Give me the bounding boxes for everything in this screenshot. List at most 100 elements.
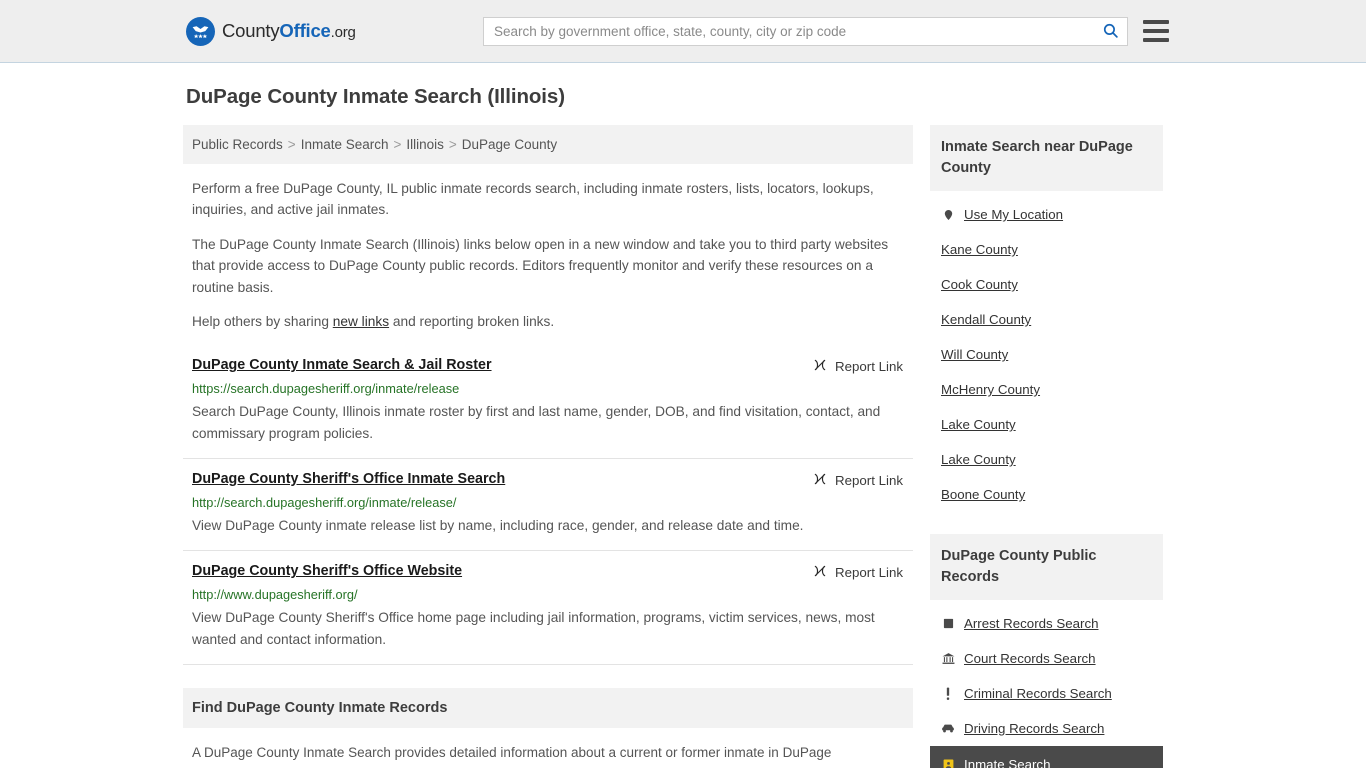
eagle-shield-logo-icon xyxy=(186,16,215,46)
sidebar-link-label[interactable]: Kendall County xyxy=(941,312,1031,327)
sidebar-link-label[interactable]: Court Records Search xyxy=(964,651,1096,666)
result-url: http://www.dupagesheriff.org/ xyxy=(192,587,358,603)
map-pin-icon xyxy=(941,208,955,222)
sidebar-item-boone-county[interactable]: Boone County xyxy=(941,477,1152,512)
report-link-label: Report Link xyxy=(835,359,903,375)
find-records-body: A DuPage County Inmate Search provides d… xyxy=(192,745,832,761)
site-logo-text: CountyOffice.org xyxy=(222,20,356,42)
public-records-box: DuPage County Public Records Arrest Reco… xyxy=(930,534,1163,768)
result-title-link[interactable]: DuPage County Inmate Search & Jail Roste… xyxy=(192,357,492,373)
sidebar-link-label[interactable]: Inmate Search xyxy=(964,757,1050,768)
header-inner: CountyOffice.org xyxy=(183,0,1183,62)
broken-link-icon xyxy=(813,472,827,489)
nearby-list: Use My Location Kane County Cook County … xyxy=(930,191,1163,512)
sidebar-link-label[interactable]: Driving Records Search xyxy=(964,721,1104,736)
breadcrumb-item-2[interactable]: Illinois xyxy=(406,137,444,152)
breadcrumb-item-3[interactable]: DuPage County xyxy=(462,137,557,152)
content-columns: Public Records > Inmate Search > Illinois > Du… xyxy=(183,125,1183,768)
sidebar-link-label[interactable]: Cook County xyxy=(941,277,1018,292)
sidebar-link-label[interactable]: Lake County xyxy=(941,452,1016,467)
inmate-icon xyxy=(941,759,955,768)
page-title: DuPage County Inmate Search (Illinois) xyxy=(186,85,565,108)
sidebar-link-label[interactable]: Will County xyxy=(941,347,1008,362)
sidebar-item-lake-county[interactable]: Lake County xyxy=(941,407,1152,442)
sidebar-link-label[interactable]: McHenry County xyxy=(941,382,1040,397)
intro-p3-before: Help others by sharing xyxy=(192,313,333,329)
result-item: DuPage County Sheriff's Office Inmate Se… xyxy=(183,459,913,552)
result-title-link[interactable]: DuPage County Sheriff's Office Website xyxy=(192,563,462,579)
intro-paragraph-2: The DuPage County Inmate Search (Illinoi… xyxy=(192,236,889,295)
breadcrumb-separator-0: > xyxy=(287,137,296,152)
result-header: DuPage County Sheriff's Office Inmate Se… xyxy=(192,471,904,489)
broken-link-icon xyxy=(813,564,827,581)
sidebar-link-label[interactable]: Criminal Records Search xyxy=(964,686,1112,701)
site-header: CountyOffice.org xyxy=(0,0,1366,63)
report-link-label: Report Link xyxy=(835,473,903,488)
hamburger-bar-3 xyxy=(1143,38,1169,42)
sidebar-item-kane-county[interactable]: Kane County xyxy=(941,232,1152,267)
sidebar-link-label[interactable]: Use My Location xyxy=(964,207,1063,222)
report-link-button[interactable]: Report Link xyxy=(813,358,903,375)
main-content: Public Records > Inmate Search > Illinois > Du… xyxy=(183,125,913,768)
search-input[interactable] xyxy=(484,24,1093,39)
breadcrumb-separator-1: > xyxy=(393,137,402,152)
car-icon xyxy=(941,723,955,734)
report-link-label: Report Link xyxy=(835,565,903,581)
search-button[interactable] xyxy=(1093,18,1127,45)
broken-link-icon xyxy=(813,358,827,375)
sidebar-link-label[interactable]: Arrest Records Search xyxy=(964,616,1099,631)
sidebar-item-mchenry-county[interactable]: McHenry County xyxy=(941,372,1152,407)
find-records-heading: Find DuPage County Inmate Records xyxy=(183,688,913,729)
report-link-button[interactable]: Report Link xyxy=(813,472,903,489)
hamburger-bar-1 xyxy=(1143,20,1169,24)
report-link-button[interactable]: Report Link xyxy=(813,564,903,581)
result-url: https://search.dupagesheriff.org/inmate/… xyxy=(192,381,460,397)
sidebar-item-inmate-search[interactable]: Inmate Search xyxy=(930,746,1163,768)
result-description: Search DuPage County, Illinois inmate ro… xyxy=(192,404,881,441)
intro-paragraph-3: Help others by sharing new links and rep… xyxy=(192,311,913,332)
sidebar-item-kendall-county[interactable]: Kendall County xyxy=(941,302,1152,337)
sidebar-item-use-my-location[interactable]: Use My Location xyxy=(941,191,1152,232)
fingerprint-icon xyxy=(941,618,955,629)
intro-p3-after: and reporting broken links. xyxy=(389,313,555,329)
result-header: DuPage County Sheriff's Office Website R… xyxy=(192,563,904,581)
sidebar-item-cook-county[interactable]: Cook County xyxy=(941,267,1152,302)
sidebar-link-label[interactable]: Boone County xyxy=(941,487,1025,502)
page-container: DuPage County Inmate Search (Illinois) P… xyxy=(183,63,1183,768)
logo-text-part1: County xyxy=(222,20,280,41)
breadcrumb: Public Records > Inmate Search > Illinois > Du… xyxy=(183,125,913,164)
result-item: DuPage County Sheriff's Office Website R… xyxy=(183,551,913,666)
hamburger-bar-2 xyxy=(1143,29,1169,33)
nearby-heading: Inmate Search near DuPage County xyxy=(930,125,1163,192)
sidebar-item-arrest-records[interactable]: Arrest Records Search xyxy=(941,600,1152,641)
sidebar-link-label[interactable]: Lake County xyxy=(941,417,1016,432)
result-description: View DuPage County Sheriff's Office home… xyxy=(192,610,875,647)
public-records-heading: DuPage County Public Records xyxy=(930,534,1163,601)
breadcrumb-item-0[interactable]: Public Records xyxy=(192,137,283,152)
sidebar-item-lake-county-2[interactable]: Lake County xyxy=(941,442,1152,477)
site-logo[interactable]: CountyOffice.org xyxy=(186,16,356,46)
result-item: DuPage County Inmate Search & Jail Roste… xyxy=(183,345,913,459)
sidebar-item-court-records[interactable]: Court Records Search xyxy=(941,641,1152,676)
sidebar-item-driving-records[interactable]: Driving Records Search xyxy=(941,711,1152,746)
exclamation-icon xyxy=(941,687,955,701)
result-title-link[interactable]: DuPage County Sheriff's Office Inmate Se… xyxy=(192,471,505,487)
public-records-list: Arrest Records Search Court Records Sear… xyxy=(930,600,1163,768)
nearby-inmate-search-box: Inmate Search near DuPage County Use My … xyxy=(930,125,1163,512)
hamburger-menu-icon[interactable] xyxy=(1143,20,1169,42)
breadcrumb-separator-2: > xyxy=(448,137,457,152)
search-bar[interactable] xyxy=(483,17,1128,46)
sidebar-item-will-county[interactable]: Will County xyxy=(941,337,1152,372)
breadcrumb-item-1[interactable]: Inmate Search xyxy=(301,137,389,152)
logo-text-part2: Office xyxy=(279,20,331,41)
search-icon xyxy=(1102,22,1119,42)
sidebar: Inmate Search near DuPage County Use My … xyxy=(930,125,1163,768)
result-header: DuPage County Inmate Search & Jail Roste… xyxy=(192,357,904,375)
logo-text-part3: .org xyxy=(330,24,356,41)
intro-paragraph-1: Perform a free DuPage County, IL public … xyxy=(192,181,874,218)
sidebar-item-criminal-records[interactable]: Criminal Records Search xyxy=(941,676,1152,711)
new-links-link[interactable]: new links xyxy=(333,314,389,329)
sidebar-link-label[interactable]: Kane County xyxy=(941,242,1018,257)
result-url: http://search.dupagesheriff.org/inmate/r… xyxy=(192,495,457,510)
result-description: View DuPage County inmate release list b… xyxy=(192,518,804,533)
